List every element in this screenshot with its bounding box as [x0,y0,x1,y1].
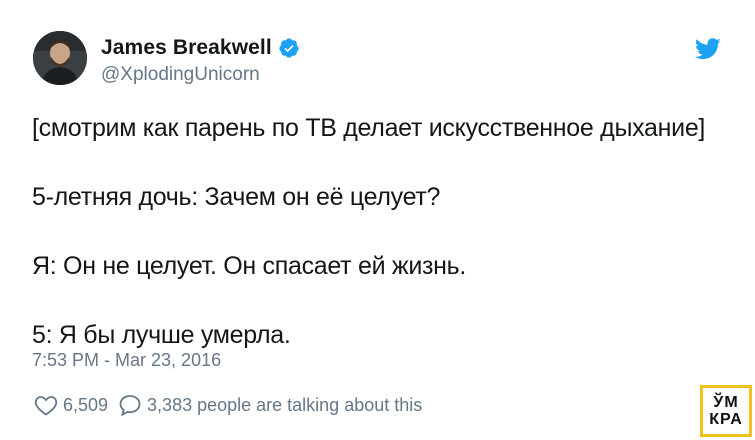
tweet-line: 5-летняя дочь: Зачем он её целует? [32,183,441,211]
avatar[interactable] [33,31,87,85]
heart-icon [34,396,58,416]
umkra-watermark-logo: ЎМ КРА [700,385,752,437]
user-handle[interactable]: @XplodingUnicorn [101,64,260,86]
tweet-line: [смотрим как парень по ТВ делает искусст… [32,114,706,142]
watermark-line-1: ЎМ [713,394,739,411]
reply-button[interactable]: 3,383 people are talking about this [118,394,422,416]
tweet-line: Я: Он не целует. Он спасает ей жизнь. [32,252,467,280]
tweet-text: [смотрим как парень по ТВ делает искусст… [32,112,744,351]
display-name[interactable]: James Breakwell [101,36,272,60]
watermark-line-2: КРА [709,411,743,428]
tweet-line: 5: Я бы лучше умерла. [32,321,291,349]
tweet-timestamp[interactable]: 7:53 PM - Mar 23, 2016 [32,350,221,371]
reply-count-text: 3,383 people are talking about this [147,394,423,415]
like-count: 6,509 [63,394,109,415]
action-bar: 6,509 3,383 people are talking about thi… [34,394,422,416]
reply-bubble-icon [119,395,141,416]
avatar-image [33,31,87,85]
name-row: James Breakwell [101,36,300,60]
twitter-bird-icon[interactable] [695,38,721,60]
like-button[interactable]: 6,509 [34,394,108,416]
verified-badge-icon [279,38,299,58]
